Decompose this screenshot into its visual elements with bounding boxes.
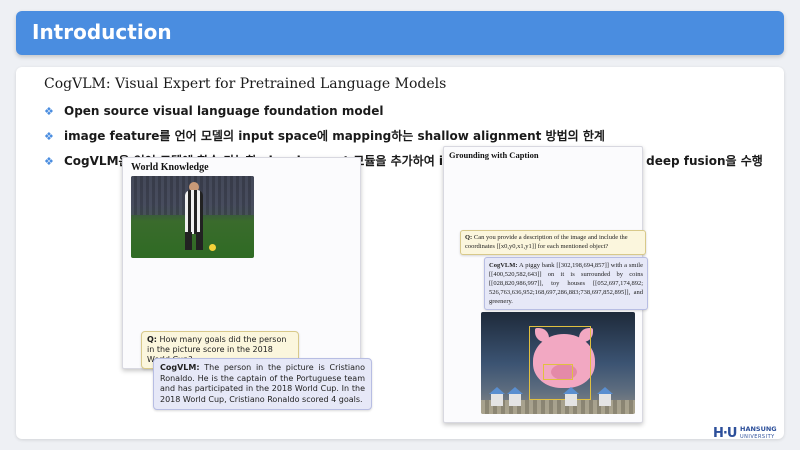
answer-bubble: CogVLM: A piggy bank [[302,198,694,857]]… (484, 257, 648, 310)
piggy-bank-photo (481, 312, 635, 414)
toy-house (563, 387, 579, 406)
slide-title: CogVLM: Visual Expert for Pretrained Lan… (44, 76, 447, 92)
diamond-bullet-icon: ❖ (44, 130, 54, 143)
bullet-item: ❖ Open source visual language foundation… (44, 101, 784, 122)
answer-label: CogVLM: (160, 363, 200, 372)
piggy-bank-bounding-box (529, 326, 591, 400)
bullet-item: ❖ image feature를 언어 모델의 input space에 map… (44, 126, 784, 147)
grounding-caption-figure: Grounding with Caption Q: Can you provid… (443, 146, 648, 423)
soccer-player-photo (131, 176, 254, 258)
smile-bounding-box (543, 364, 573, 380)
question-text: Can you provide a description of the ima… (465, 234, 628, 250)
question-label: Q: (465, 234, 473, 241)
bullet-text: Open source visual language foundation m… (64, 104, 384, 118)
toy-house (507, 387, 523, 406)
figure-title: Grounding with Caption (449, 150, 539, 160)
toy-house (597, 387, 613, 406)
figure-title: World Knowledge (131, 162, 209, 173)
question-label: Q: (147, 335, 157, 344)
hansung-university-logo: H·U HANSUNG UNIVERSITY (713, 424, 795, 446)
question-bubble: Q: Can you provide a description of the … (460, 230, 646, 255)
logo-name: HANSUNG (740, 425, 777, 433)
answer-label: CogVLM: (489, 262, 518, 269)
answer-bubble: CogVLM: The person in the picture is Cri… (153, 358, 372, 410)
logo-mark: H·U (713, 426, 737, 441)
player-jersey (185, 190, 203, 234)
title-banner: Introduction (16, 11, 784, 55)
diamond-bullet-icon: ❖ (44, 105, 54, 118)
player-legs (185, 232, 203, 250)
toy-house (489, 387, 505, 406)
bullet-text: image feature를 언어 모델의 input space에 mappi… (64, 129, 605, 143)
soccer-ball (209, 244, 216, 251)
logo-subtitle: UNIVERSITY (740, 434, 775, 440)
diamond-bullet-icon: ❖ (44, 155, 54, 168)
coins (481, 400, 635, 414)
section-title: Introduction (32, 20, 172, 44)
